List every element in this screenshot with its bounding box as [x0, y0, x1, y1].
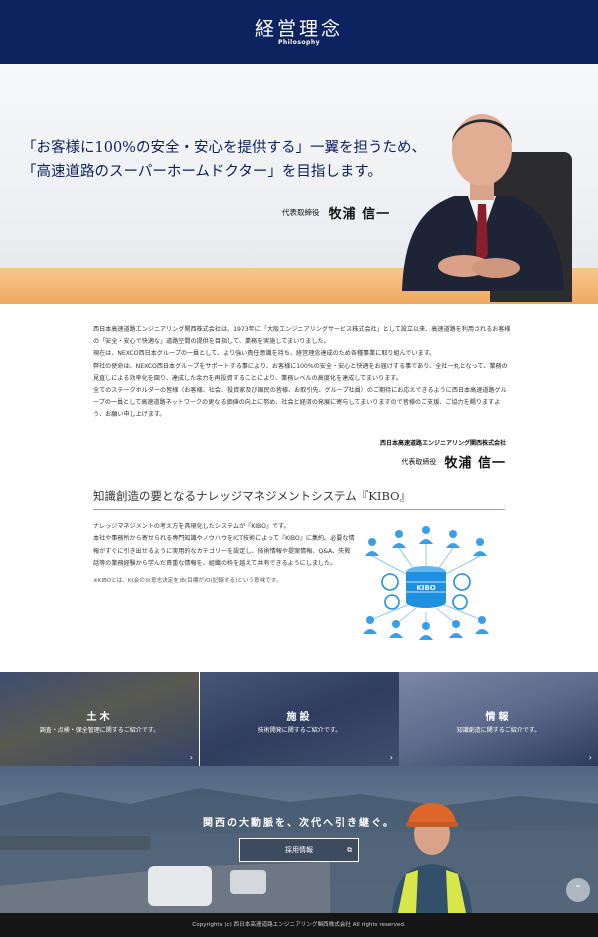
kibo-note: ※KIBOとは、K(会の)I(意志決定を)B(目標が)O(記録する)という意味で… [93, 578, 282, 585]
company-name: 西日本高速道路エンジニアリング関西株式会社 [380, 440, 507, 447]
hero-signature-name: 牧浦 信一 [328, 207, 391, 222]
recruit-button-label: 採用情報 [285, 846, 313, 854]
page-header: 経営理念 Philosophy [0, 0, 598, 64]
hero-signature: 代表取締役 牧浦 信一 [282, 202, 390, 222]
recruit-banner: 関西の大動脈を、次代へ引き継ぐ。 採用情報 ⧉ ⌃ [0, 766, 598, 913]
message-paragraph: 全てのステークホルダーの皆様（お客様、社会、投資家及び国民の皆様、お取引先、グル… [93, 387, 507, 419]
tile-title: 情報 [485, 712, 512, 723]
chevron-up-icon: ⌃ [573, 884, 583, 895]
president-portrait [402, 114, 564, 291]
page-footer: Copyrights (c) 西日本高速道路エンジニアリング関西株式会社 All… [0, 913, 598, 937]
company-signature: 西日本高速道路エンジニアリング関西株式会社 代表取締役 牧浦 信一 [380, 438, 506, 471]
hero-quote-line2: 「高速道路のスーパーホームドクター」を目指します。 [22, 164, 382, 180]
president-message: 西日本高速道路エンジニアリング関西株式会社は、1973年に「大阪エンジニアリング… [93, 324, 511, 422]
tile-description: 技術開発に関するご紹介です。 [257, 727, 342, 734]
hero-section: 「お客様に100%の安全・安心を提供する」一翼を担うため、 「高速道路のスーパー… [0, 64, 598, 304]
chevron-right-icon: › [588, 753, 592, 762]
tile-information[interactable]: 情報 知識創造に関するご紹介です。 › [399, 672, 598, 766]
hero-signature-role: 代表取締役 [282, 208, 320, 217]
signature-role: 代表取締役 [401, 457, 437, 466]
recruit-button[interactable]: 採用情報 ⧉ [239, 838, 359, 862]
page-subtitle: Philosophy [277, 39, 321, 46]
hero-quote: 「お客様に100%の安全・安心を提供する」一翼を担うため、 「高速道路のスーパー… [22, 136, 426, 184]
tile-title: 土木 [86, 712, 113, 723]
message-paragraph: 現在は、NEXCO西日本グループの一員として、より強い責任意識を持ち、経営理念達… [93, 350, 436, 358]
tile-title: 施設 [286, 712, 313, 723]
tile-description: 知識創造に関するご紹介です。 [456, 727, 541, 734]
message-paragraph: 西日本高速道路エンジニアリング関西株式会社は、1973年に「大阪エンジニアリング… [93, 326, 511, 346]
scroll-to-top-button[interactable]: ⌃ [566, 878, 590, 902]
tile-description: 調査・点検・保全管理に関するご紹介です。 [39, 727, 160, 734]
chevron-right-icon: › [189, 753, 193, 762]
message-paragraph: 弊社の使命は、NEXCO西日本グループをサポートする事により、お客様に100%の… [93, 362, 508, 382]
kibo-paragraph: 本社や事務所から寄せられる専門知識やノウハウをICT技術によって『KIBO』に集… [93, 535, 355, 567]
recruit-tagline: 関西の大動脈を、次代へ引き継ぐ。 [203, 818, 395, 829]
hero-quote-line1: 「お客様に100%の安全・安心を提供する」一翼を担うため、 [22, 140, 426, 156]
kibo-description: ナレッジマネジメントの考え方を具現化したシステムが『KIBO』です。 本社や事務… [93, 521, 355, 587]
tile-facilities[interactable]: 施設 技術開発に関するご紹介です。 › [200, 672, 399, 766]
kibo-diagram: KIBO [363, 526, 489, 640]
copyright-text: Copyrights (c) 西日本高速道路エンジニアリング関西株式会社 All… [192, 922, 406, 928]
kibo-paragraph: ナレッジマネジメントの考え方を具現化したシステムが『KIBO』です。 [93, 523, 290, 530]
page-title: 経営理念 [254, 18, 343, 40]
tile-civil[interactable]: 土木 調査・点検・保全管理に関するご紹介です。 › [0, 672, 199, 766]
kibo-heading: 知識創造の要となるナレッジマネジメントシステム『KIBO』 [93, 488, 505, 510]
external-link-icon: ⧉ [347, 846, 352, 854]
signature-name: 牧浦 信一 [444, 456, 506, 471]
chevron-right-icon: › [389, 753, 393, 762]
kibo-center-label: KIBO [416, 584, 435, 592]
